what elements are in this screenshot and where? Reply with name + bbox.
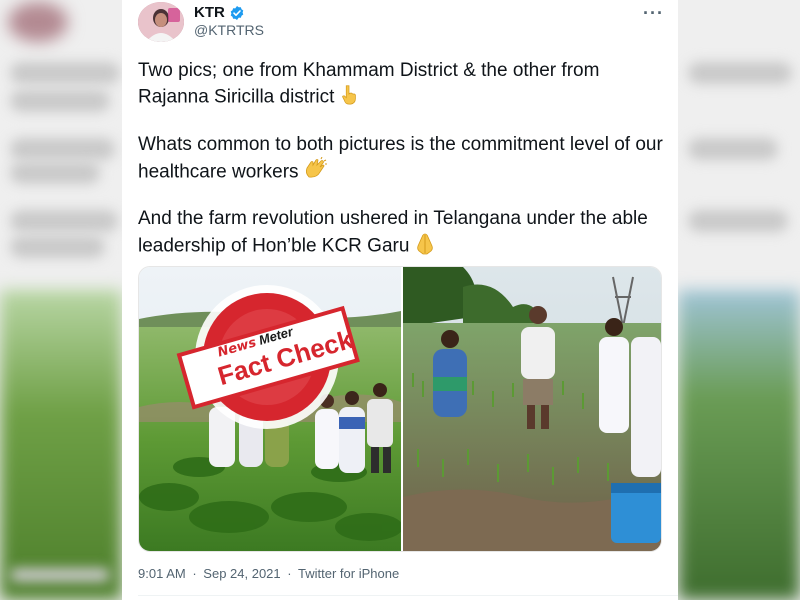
clapping-hands-emoji [303,156,329,188]
divider [138,595,678,596]
blurred-text [688,62,792,84]
photo-rajanna-siricilla[interactable] [403,267,661,551]
blurred-text [10,90,110,112]
blurred-text [10,210,118,232]
paragraph-text: Whats common to both pictures is the com… [138,134,663,183]
blurred-text [10,236,105,258]
paragraph-text: And the farm revolution ushered in Telan… [138,208,648,257]
author-name[interactable]: KTR [194,4,225,21]
more-options-icon[interactable]: ··· [643,3,664,24]
tweet-metadata: 9:01 AM · Sep 24, 2021 · Twitter for iPh… [138,566,402,581]
tweet-paragraph-1: Two pics; one from Khammam District & th… [138,58,668,112]
blurred-text [688,138,778,160]
blurred-text [688,210,788,232]
pointing-down-emoji [338,83,360,112]
paragraph-text: Two pics; one from Khammam District & th… [138,60,600,108]
tweet-date[interactable]: Sep 24, 2021 [203,566,280,581]
tweet-paragraph-2: Whats common to both pictures is the com… [138,132,668,188]
meta-separator: · [287,566,292,581]
blurred-text [10,138,115,160]
blurred-avatar [8,2,68,42]
verified-badge-icon [229,5,245,21]
tweet-media[interactable]: News Meter Fact Check [138,266,662,552]
meta-separator: · [192,566,197,581]
blurred-text [10,568,110,582]
tweet-card: KTR @KTRTRS ··· Two pics; one from Khamm… [122,0,678,600]
blurred-photo [678,290,800,600]
blurred-text [10,62,120,84]
photo-khammam[interactable] [139,267,403,551]
tweet-source[interactable]: Twitter for iPhone [298,566,399,581]
author-handle[interactable]: @KTRTRS [194,22,264,38]
author-avatar[interactable] [138,2,184,42]
blurred-photo [0,290,122,600]
tweet-paragraph-3: And the farm revolution ushered in Telan… [138,206,668,262]
tweet-time[interactable]: 9:01 AM [138,566,186,581]
folded-hands-emoji [413,231,437,262]
blurred-text [10,162,100,184]
